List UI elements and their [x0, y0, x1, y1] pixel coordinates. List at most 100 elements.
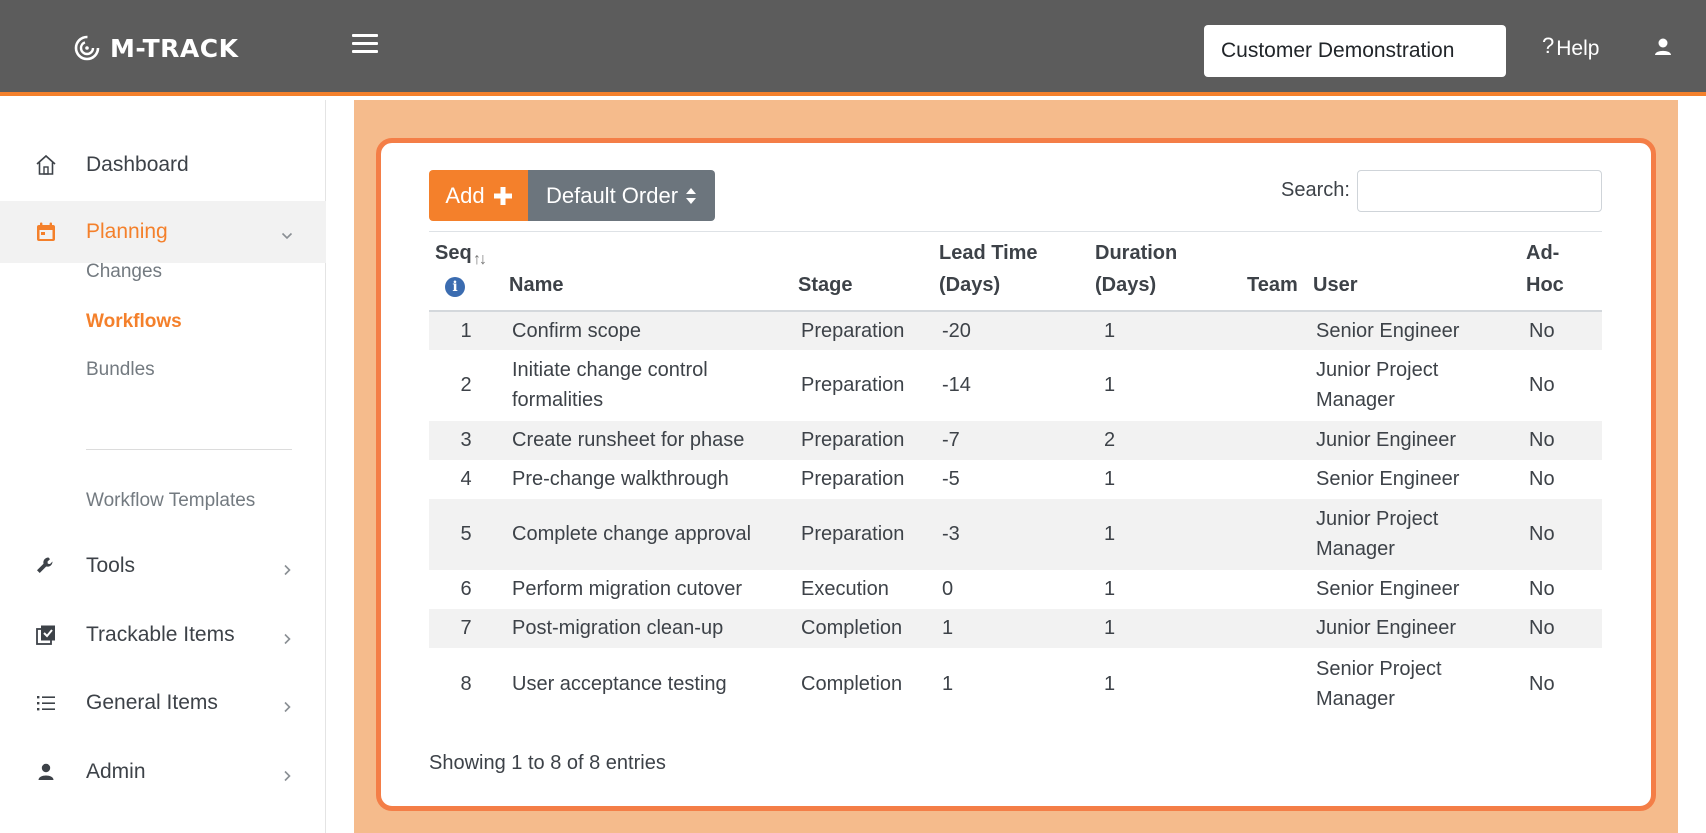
cell-user: Junior Project Manager: [1316, 508, 1439, 560]
sidebar-item-planning[interactable]: Planning: [0, 201, 326, 263]
cell-name[interactable]: Post-migration clean-up: [503, 609, 792, 648]
cell-stage: Completion: [801, 673, 903, 695]
cell-name[interactable]: Perform migration cutover: [503, 570, 792, 609]
cell-seq: 6: [460, 578, 472, 600]
cell-team: [1241, 350, 1307, 421]
user-header-label: User: [1313, 273, 1358, 296]
cell-stage: Preparation: [801, 429, 905, 451]
sidebar-subitem-changes[interactable]: Changes: [86, 261, 162, 283]
cell-team: [1241, 570, 1307, 609]
cell-team: [1241, 648, 1307, 721]
column-header-stage[interactable]: Stage: [792, 232, 933, 311]
table-header-row: Seq ↑↓ i Name Stage Lead Time (Days) Dur…: [429, 231, 1602, 311]
sidebar-item-label: Trackable Items: [86, 623, 235, 646]
logo-icon: [74, 35, 100, 61]
lead-header-line2: (Days): [939, 273, 1001, 296]
sidebar-subitem-workflows[interactable]: Workflows: [86, 311, 182, 333]
cell-stage: Preparation: [801, 468, 905, 490]
sidebar-item-dashboard[interactable]: Dashboard: [0, 134, 326, 196]
cell-name[interactable]: Complete change approval: [503, 499, 792, 570]
table-row[interactable]: 3 Create runsheet for phase Preparation …: [429, 420, 1602, 460]
column-header-lead-time[interactable]: Lead Time (Days): [933, 232, 1089, 311]
brand-name: M-TRACK: [110, 33, 239, 63]
column-header-duration[interactable]: Duration (Days): [1089, 232, 1241, 311]
sort-arrows-icon[interactable]: ↑↓: [473, 244, 487, 276]
brand-logo[interactable]: M-TRACK: [74, 32, 238, 64]
cell-name[interactable]: Initiate change control formalities: [503, 350, 792, 421]
cell-adhoc: No: [1529, 468, 1555, 490]
sidebar-item-trackable-items[interactable]: Trackable Items: [0, 604, 326, 666]
cell-duration: 1: [1104, 673, 1116, 695]
sidebar-item-tools[interactable]: Tools: [0, 535, 326, 597]
sidebar-item-label: Dashboard: [86, 153, 189, 176]
sidebar-item-label: Admin: [86, 760, 146, 783]
sidebar-item-general-items[interactable]: General Items: [0, 672, 326, 734]
user-account-icon[interactable]: [1652, 36, 1674, 58]
cell-name[interactable]: User acceptance testing: [503, 648, 792, 721]
sidebar-item-label: General Items: [86, 691, 218, 714]
default-order-button[interactable]: Default Order: [528, 170, 715, 221]
duration-header-line1: Duration: [1095, 241, 1178, 264]
column-header-team[interactable]: Team: [1241, 232, 1307, 311]
cell-adhoc: No: [1529, 374, 1555, 396]
duration-header-line2: (Days): [1095, 273, 1157, 296]
cell-team: [1241, 311, 1307, 350]
cell-adhoc: No: [1529, 673, 1555, 695]
sidebar-item-admin[interactable]: Admin: [0, 741, 326, 803]
cell-user: Senior Engineer: [1316, 319, 1460, 342]
customer-selector[interactable]: Customer Demonstration: [1204, 25, 1506, 77]
cell-team: [1241, 499, 1307, 570]
info-icon[interactable]: i: [445, 276, 465, 297]
column-header-user[interactable]: User: [1307, 232, 1520, 311]
question-icon: ?: [1542, 33, 1555, 58]
table-row[interactable]: 4 Pre-change walkthrough Preparation -5 …: [429, 460, 1602, 499]
table-row[interactable]: 7 Post-migration clean-up Completion 1 1…: [429, 608, 1602, 648]
sidebar-subitem-workflow-templates[interactable]: Workflow Templates: [86, 490, 255, 512]
cell-seq: 4: [460, 468, 472, 490]
chevron-right-icon: [280, 628, 294, 645]
menu-toggle-icon[interactable]: [352, 34, 380, 58]
table-row[interactable]: 1 Confirm scope Preparation -20 1 Senior…: [429, 310, 1602, 350]
cell-name[interactable]: Confirm scope: [503, 311, 792, 350]
cell-stage: Preparation: [801, 319, 905, 342]
order-button-label: Default Order: [545, 182, 679, 208]
search-input[interactable]: [1357, 170, 1602, 212]
workflow-table-container: Seq ↑↓ i Name Stage Lead Time (Days) Dur…: [429, 231, 1602, 721]
cell-duration: 1: [1104, 374, 1116, 396]
table-row[interactable]: 2 Initiate change control formalities Pr…: [429, 350, 1602, 421]
cell-seq: 8: [460, 673, 472, 695]
chevron-right-icon: [280, 696, 294, 713]
table-row[interactable]: 5 Complete change approval Preparation -…: [429, 498, 1602, 570]
plus-icon: [493, 186, 512, 205]
chevron-right-icon: [280, 765, 294, 782]
sidebar: Dashboard Planning Changes Workflows Bun…: [0, 100, 326, 833]
name-header-label: Name: [509, 273, 564, 296]
add-workflow-button[interactable]: Add: [429, 170, 529, 221]
column-header-name[interactable]: Name: [503, 232, 792, 311]
cell-lead-time: 1: [942, 617, 954, 639]
sidebar-subitem-bundles[interactable]: Bundles: [86, 359, 155, 381]
help-link[interactable]: ? Help: [1542, 33, 1600, 64]
cell-adhoc: No: [1529, 617, 1555, 639]
column-header-seq[interactable]: Seq ↑↓ i: [429, 232, 503, 311]
help-label: Help: [1556, 37, 1600, 60]
cell-duration: 1: [1104, 617, 1116, 639]
cell-lead-time: -3: [942, 523, 960, 545]
table-row[interactable]: 6 Perform migration cutover Execution 0 …: [429, 570, 1602, 609]
cell-stage: Preparation: [801, 523, 905, 545]
sidebar-item-label: Planning: [86, 220, 168, 243]
table-row[interactable]: 8 User acceptance testing Completion 1 1…: [429, 648, 1602, 721]
cell-stage: Completion: [801, 617, 903, 639]
cell-seq: 1: [460, 319, 472, 342]
cell-name[interactable]: Pre-change walkthrough: [503, 460, 792, 499]
cell-user: Junior Engineer: [1316, 617, 1457, 639]
cell-adhoc: No: [1529, 319, 1555, 342]
cell-adhoc: No: [1529, 429, 1555, 451]
cell-user: Senior Engineer: [1316, 578, 1460, 600]
team-header-label: Team: [1247, 273, 1298, 296]
chevron-down-icon: [280, 225, 294, 240]
cell-name[interactable]: Create runsheet for phase: [503, 421, 792, 460]
top-navbar: M-TRACK Customer Demonstration ? Help: [0, 0, 1706, 96]
column-header-adhoc[interactable]: Ad- Hoc: [1520, 232, 1602, 311]
stage-header-label: Stage: [798, 273, 853, 296]
